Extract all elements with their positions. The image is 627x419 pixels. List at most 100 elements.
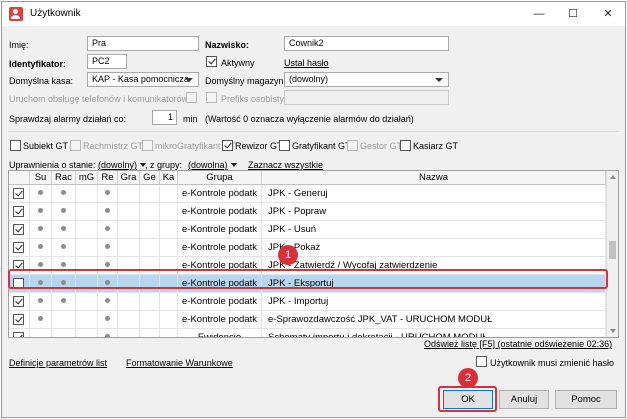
help-button[interactable]: Pomoc [555,390,617,409]
name-cell: Schematy importu i dekretacji - URUCHOM … [262,329,606,337]
maximize-button[interactable]: ☐ [556,2,590,26]
gratyfikant-checkbox[interactable] [279,140,290,151]
group-cell: Ewidencje [178,329,262,337]
phone-support-checkbox[interactable] [186,92,197,103]
state-filter-dropdown[interactable]: (dowolny) [98,160,147,170]
check-alarms-input[interactable]: 1 [152,110,177,125]
phone-support-label: Uruchom obsługę telefonów i komunikatoró… [9,94,189,104]
module-cell-gra [118,239,140,257]
column-header-re[interactable]: Re [98,171,118,185]
cancel-button[interactable]: Anuluj [499,390,549,409]
column-header-ka[interactable]: Ka [160,171,178,185]
table-row[interactable]: e-Kontrole podatk JPK - Popraw [9,203,606,221]
name-cell: JPK - Importuj [262,293,606,311]
row-checkbox-cell [9,221,30,239]
group-cell: e-Kontrole podatk [178,311,262,329]
row-checkbox[interactable] [13,188,24,199]
module-cell-re [98,311,118,329]
grid-scrollbar[interactable] [606,171,618,337]
rewizor-checkbox[interactable] [222,140,233,151]
gestor-checkbox[interactable] [347,140,358,151]
subiekt-label: Subiekt GT [23,141,69,151]
rachmistrz-checkbox[interactable] [70,140,81,151]
check-alarms-label: Sprawdzaj alarmy działań co: [9,114,127,124]
module-cell-gra [118,185,140,203]
first-name-input[interactable]: Pra [87,36,199,51]
scroll-thumb[interactable] [609,241,616,259]
conditional-formatting-link[interactable]: Formatowanie Warunkowe [126,358,233,368]
module-dot-icon [61,208,66,213]
module-dot-icon [61,244,66,249]
active-checkbox[interactable] [206,56,217,67]
prefix-input[interactable] [284,90,449,105]
table-row[interactable]: e-Kontrole podatkJPK - Pokaż [9,239,606,257]
mikrogratyfikant-checkbox[interactable] [142,140,153,151]
column-header-nazwa[interactable]: Nazwa [262,171,606,185]
table-row[interactable]: e-Kontrole podatk e-Sprawozdawczość JPK_V… [9,311,606,329]
module-cell-su [30,329,52,337]
row-checkbox[interactable] [13,224,24,235]
module-cell-re [98,329,118,337]
row-checkbox[interactable] [13,332,24,337]
module-cell-re [98,203,118,221]
column-header-grupa[interactable]: Grupa [178,171,262,185]
must-change-password-checkbox[interactable] [476,356,487,367]
row-checkbox[interactable] [13,242,24,253]
module-cell-mg [76,311,98,329]
default-warehouse-select[interactable]: (dowolny) [284,72,449,87]
column-header-rac[interactable]: Rac [52,171,76,185]
module-dot-icon [61,190,66,195]
module-dot-icon [38,316,43,321]
group-cell: e-Kontrole podatk [178,185,262,203]
row-checkbox[interactable] [13,296,24,307]
table-row[interactable]: e-Kontrole podatk JPK - Importuj [9,293,606,311]
default-cash-value: KAP - Kasa pomocnicza [92,74,189,84]
table-row[interactable]: e-Kontrole podatk JPK - Generuj [9,185,606,203]
default-warehouse-label: Domyślny magazyn: [205,76,287,86]
table-row[interactable]: Ewidencje Schematy importu i dekretacji -… [9,329,606,337]
state-filter-value: (dowolny) [98,160,138,170]
scroll-down-icon[interactable] [610,329,616,333]
module-cell-gra [118,221,140,239]
module-cell-re [98,185,118,203]
table-row[interactable]: e-Kontrole podatk JPK - Usuń [9,221,606,239]
module-dot-icon [38,244,43,249]
group-filter-dropdown[interactable]: (dowolna) [188,160,237,170]
module-dot-icon [105,262,110,267]
column-header-mg[interactable]: mG [76,171,98,185]
refresh-list-link[interactable]: Odśwież listę [F5] (ostatnie odświeżenie… [424,339,612,349]
module-cell-ge [140,311,160,329]
name-cell: JPK - Usuń [262,221,606,239]
prefix-checkbox[interactable] [206,92,217,103]
permissions-state-label: Uprawnienia o stanie: [9,160,96,170]
module-dot-icon [105,334,110,337]
row-checkbox[interactable] [13,314,24,325]
minimize-button[interactable]: — [522,2,556,26]
row-checkbox[interactable] [13,206,24,217]
kasiarz-checkbox[interactable] [400,140,411,151]
rewizor-label: Rewizor GT [235,141,283,151]
module-dot-icon [105,226,110,231]
list-parameters-link[interactable]: Definicje parametrów list [9,358,107,368]
module-cell-ka [160,311,178,329]
module-cell-re [98,221,118,239]
subiekt-checkbox[interactable] [10,140,21,151]
scroll-up-icon[interactable] [610,175,616,179]
column-header-ge[interactable]: Ge [140,171,160,185]
identifier-input[interactable]: PC2 [87,54,127,69]
module-dot-icon [105,244,110,249]
select-all-link[interactable]: Zaznacz wszystkie [248,160,323,170]
column-header-check[interactable] [9,171,30,185]
column-header-gra[interactable]: Gra [118,171,140,185]
module-cell-su [30,239,52,257]
column-header-su[interactable]: Su [30,171,52,185]
module-cell-re [98,239,118,257]
active-label: Aktywny [221,58,255,68]
module-cell-rac [52,311,76,329]
close-button[interactable]: ✕ [591,2,625,26]
default-cash-select[interactable]: KAP - Kasa pomocnicza [87,72,199,87]
group-cell: e-Kontrole podatk [178,293,262,311]
module-cell-gra [118,311,140,329]
last-name-input[interactable]: Cownik2 [284,36,449,51]
set-password-link[interactable]: Ustal hasło [284,58,329,68]
